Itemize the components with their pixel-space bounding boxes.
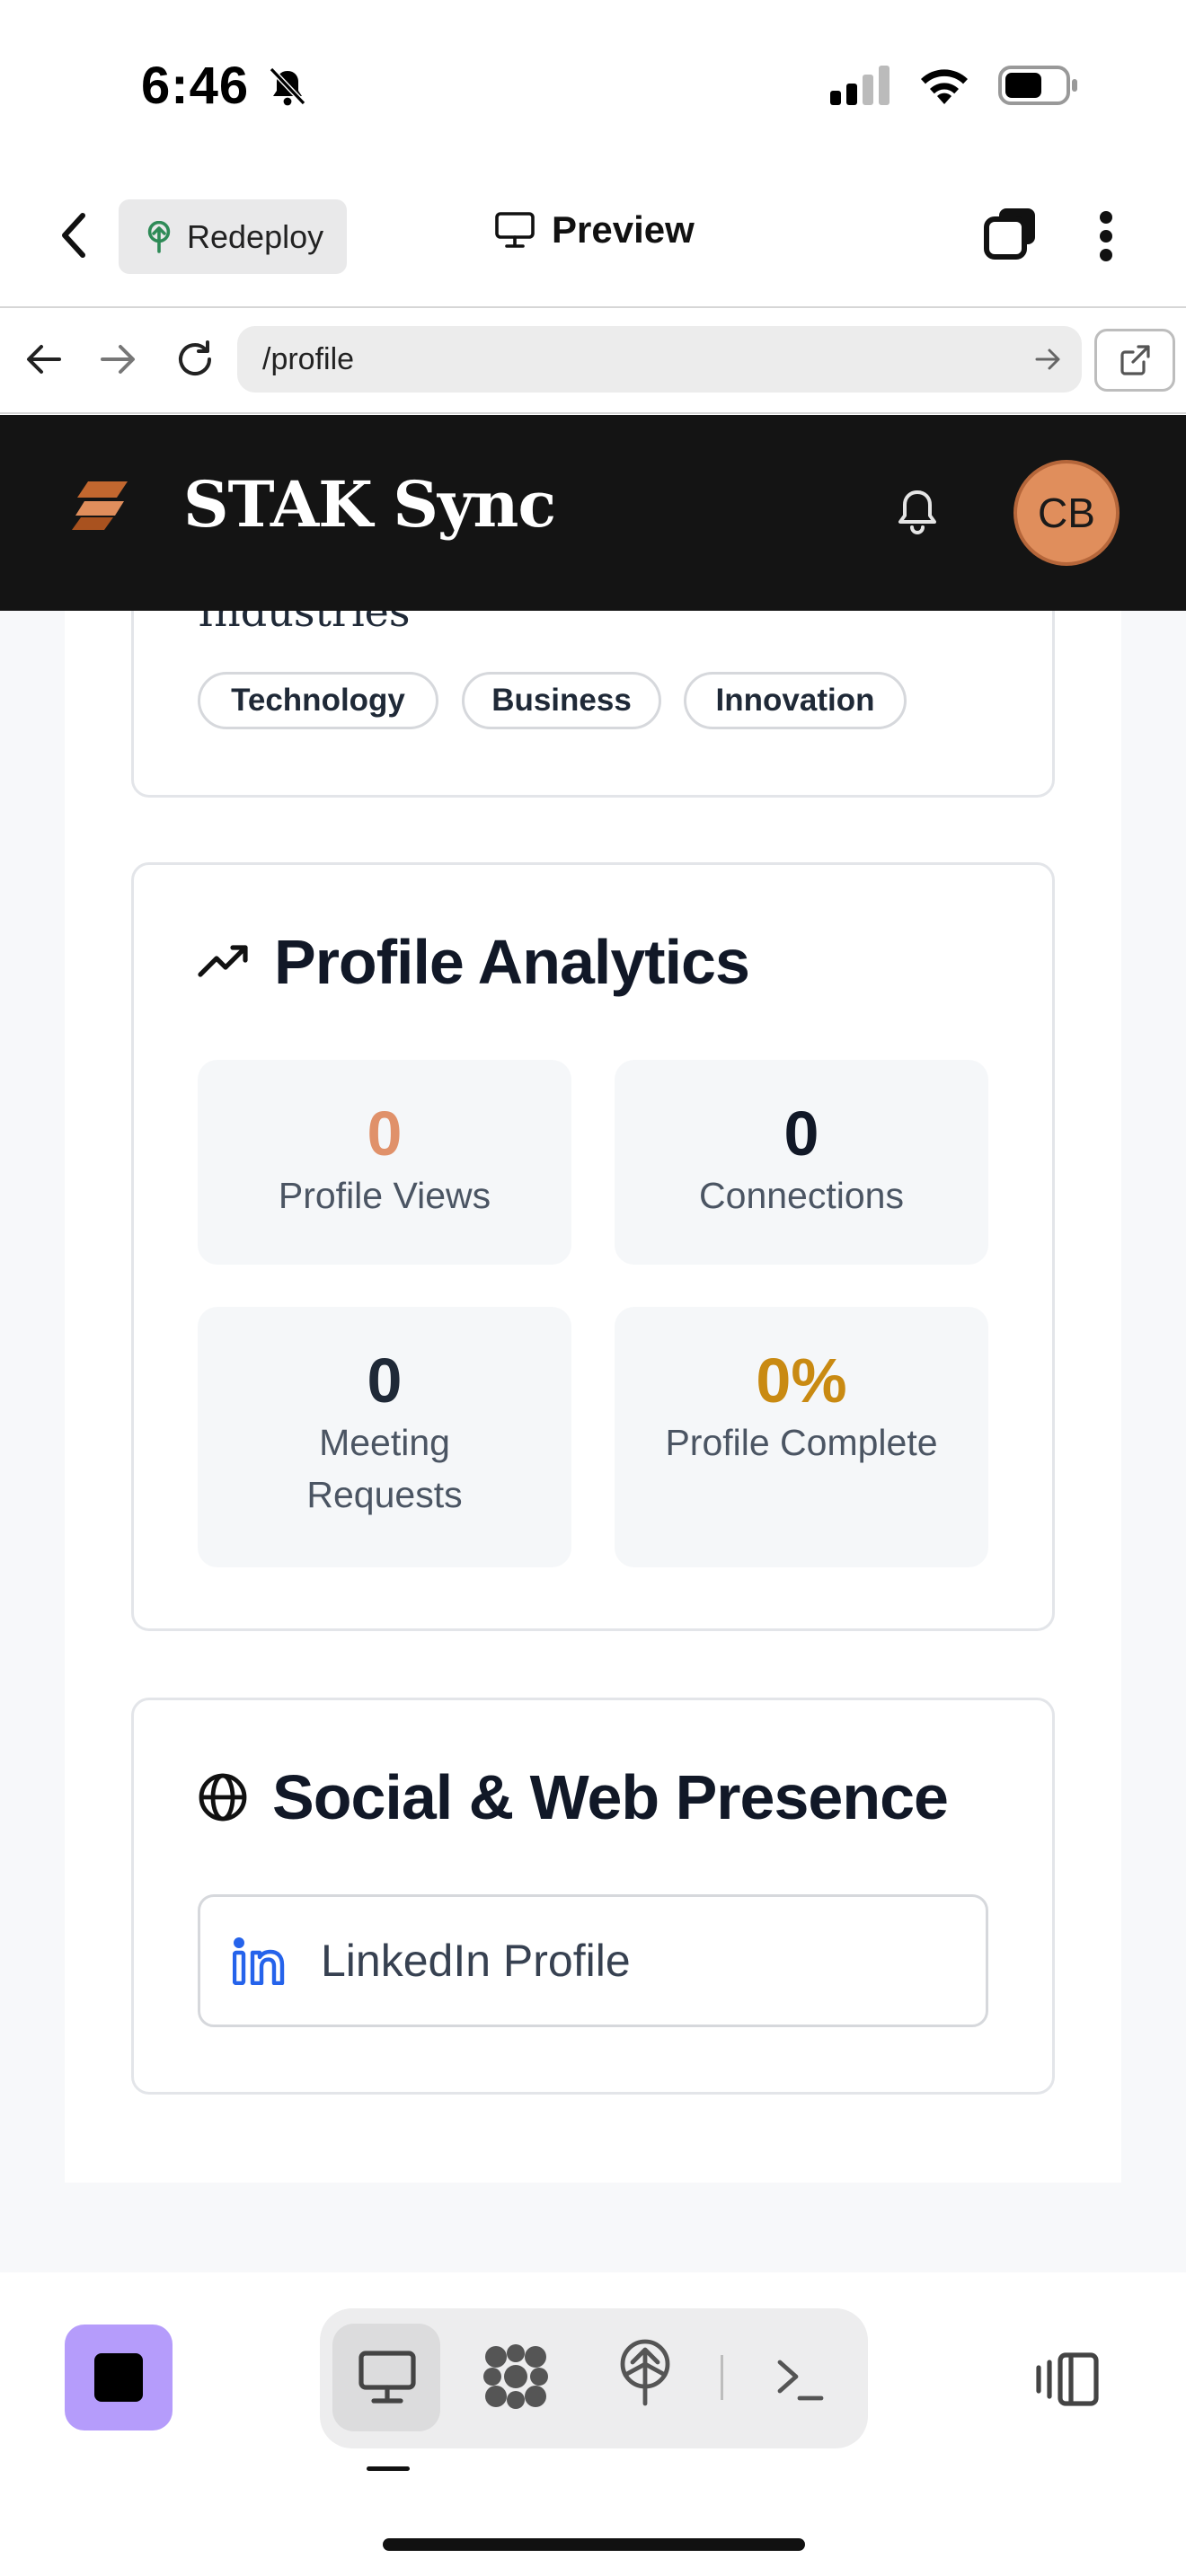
stat-value: 0 <box>783 1098 819 1169</box>
stop-button[interactable] <box>65 2325 173 2430</box>
linkedin-label: LinkedIn Profile <box>321 1936 631 1986</box>
linkedin-icon <box>233 1937 285 1985</box>
status-icons <box>830 65 1080 106</box>
deploy-icon[interactable] <box>616 2339 674 2407</box>
stat-value: 0 <box>367 1098 403 1169</box>
redeploy-button[interactable]: Redeploy <box>119 199 347 274</box>
trending-up-icon <box>198 945 248 977</box>
brand-name[interactable]: STAK Sync <box>183 467 556 542</box>
linkedin-profile-link[interactable]: LinkedIn Profile <box>198 1894 988 2027</box>
stat-value: 0 <box>367 1345 403 1416</box>
stat-label: Meeting Requests <box>306 1422 463 1515</box>
app-header <box>0 415 1186 611</box>
status-time: 6:46 <box>141 56 311 116</box>
monitor-icon <box>495 212 535 248</box>
home-indicator <box>383 2538 805 2551</box>
analytics-title: Profile Analytics <box>274 927 750 997</box>
wifi-icon <box>921 69 968 104</box>
preview-label: Preview <box>552 208 695 251</box>
stat-connections: 0 Connections <box>615 1060 988 1265</box>
external-link-icon <box>1120 345 1150 375</box>
industry-tag: Innovation <box>684 672 907 729</box>
industry-tag: Business <box>462 672 661 729</box>
deploy-tree-icon <box>147 220 171 253</box>
analytics-title-row: Profile Analytics <box>197 926 750 998</box>
cellular-icon <box>830 66 890 105</box>
desktop-icon[interactable] <box>358 2350 417 2405</box>
more-menu-icon[interactable] <box>1094 210 1118 262</box>
browser-forward-icon[interactable] <box>99 343 137 375</box>
notifications-bell-icon[interactable] <box>893 487 942 537</box>
social-title: Social & Web Presence <box>272 1762 949 1832</box>
tabs-icon[interactable] <box>981 205 1039 262</box>
go-arrow-icon[interactable] <box>1035 348 1062 371</box>
dock-divider <box>721 2355 723 2400</box>
stat-label: Profile Complete <box>665 1422 938 1463</box>
user-avatar[interactable]: CB <box>1013 460 1120 566</box>
stat-value: 0% <box>756 1345 847 1416</box>
redeploy-label: Redeploy <box>187 217 324 255</box>
social-title-row: Social & Web Presence <box>197 1761 949 1833</box>
open-external-button[interactable] <box>1094 329 1175 392</box>
globe-icon <box>199 1773 247 1822</box>
stat-meeting-requests: 0 Meeting Requests <box>198 1307 571 1567</box>
terminal-icon[interactable] <box>774 2353 825 2404</box>
preview-tab[interactable]: Preview <box>494 208 695 251</box>
industry-tag: Technology <box>198 672 438 729</box>
battery-icon <box>998 66 1077 105</box>
stat-label: Profile Views <box>278 1175 491 1216</box>
browser-back-icon[interactable] <box>25 343 63 375</box>
time-text: 6:46 <box>141 57 250 115</box>
active-tab-indicator <box>367 2466 410 2471</box>
panel-toggle-icon[interactable] <box>1035 2351 1100 2407</box>
reload-icon[interactable] <box>174 339 216 380</box>
stat-label: Connections <box>699 1175 904 1216</box>
stat-profile-views: 0 Profile Views <box>198 1060 571 1265</box>
profile-analytics-card: Profile Analytics 0 Profile Views 0 Conn… <box>131 862 1055 1631</box>
apps-icon[interactable] <box>482 2342 550 2411</box>
stop-icon <box>94 2353 143 2402</box>
url-text: /profile <box>262 341 355 376</box>
stak-logo-icon[interactable] <box>70 480 135 532</box>
stat-profile-complete: 0% Profile Complete <box>615 1307 988 1567</box>
silent-bell-icon <box>270 66 306 106</box>
back-chevron-icon[interactable] <box>59 212 88 259</box>
avatar-initials: CB <box>1038 490 1095 536</box>
url-field[interactable]: /profile <box>237 326 1082 393</box>
